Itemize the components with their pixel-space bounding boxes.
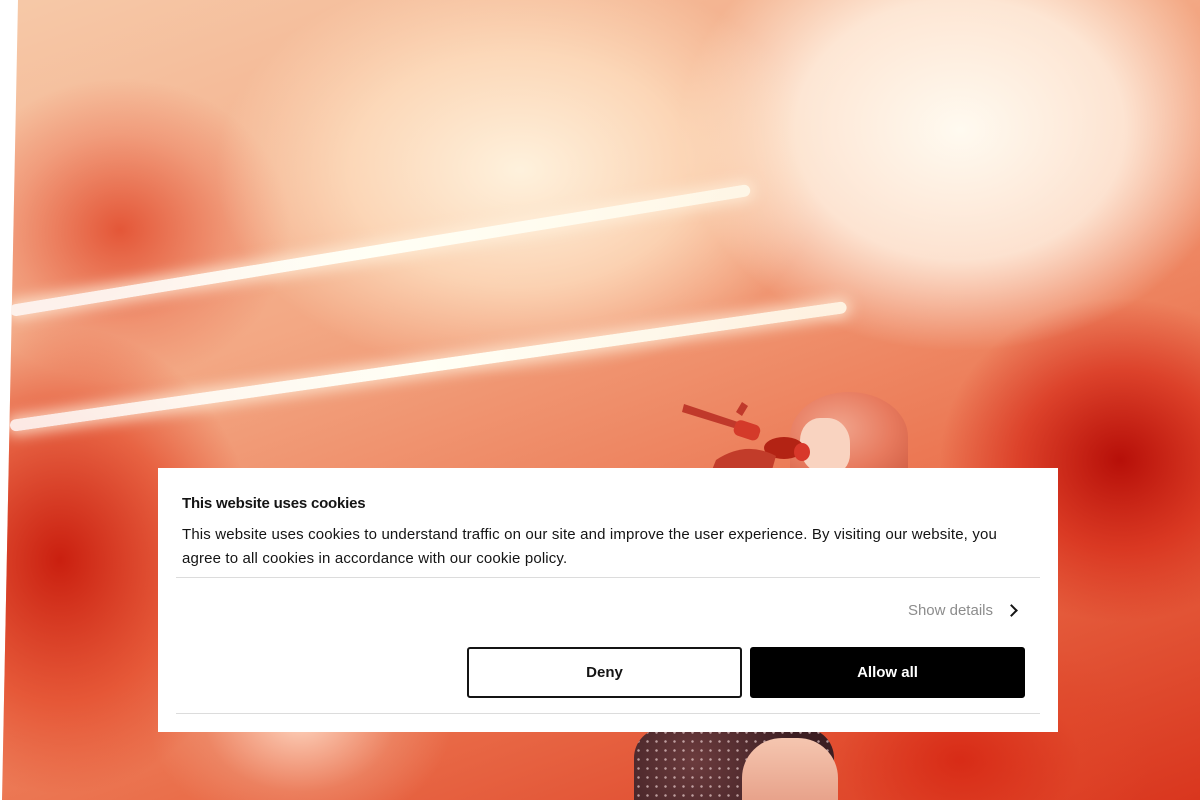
show-details-label: Show details <box>907 602 993 619</box>
divider <box>176 577 1040 578</box>
allow-all-button[interactable]: Allow all <box>750 647 1025 698</box>
deny-button[interactable]: Deny <box>467 647 742 698</box>
microphone-graphic <box>682 402 810 470</box>
chevron-right-icon <box>1005 604 1018 617</box>
cookie-banner-description: This website uses cookies to understand … <box>182 526 997 567</box>
cookie-consent-banner: This website uses cookies This website u… <box>158 468 1058 732</box>
light-beam <box>9 183 752 317</box>
divider <box>176 713 1040 714</box>
show-details-link[interactable]: Show details <box>907 602 1018 619</box>
cookie-banner-title: This website uses cookies <box>182 495 366 512</box>
performer-arm <box>742 738 838 800</box>
page: This website uses cookies This website u… <box>0 0 1200 800</box>
